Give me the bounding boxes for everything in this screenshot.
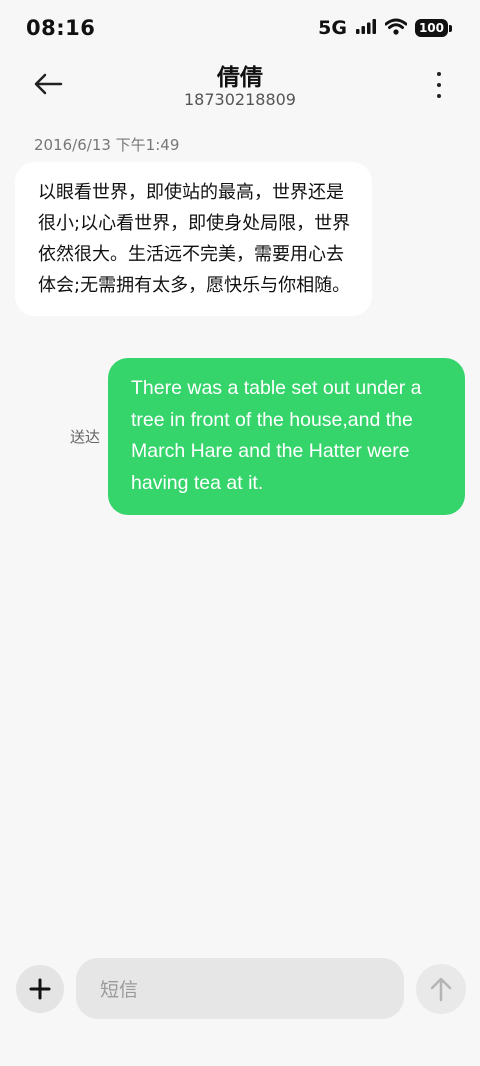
status-icons: 5G 100	[318, 17, 452, 39]
status-bar: 08:16 5G 100	[0, 0, 480, 56]
wifi-icon	[384, 18, 408, 39]
status-time: 08:16	[26, 16, 96, 40]
add-attachment-button[interactable]	[16, 965, 64, 1013]
message-input-placeholder: 短信	[100, 979, 139, 1001]
contact-name[interactable]: 倩倩	[0, 58, 480, 92]
contact-number: 18730218809	[184, 90, 296, 109]
messaging-screen: 08:16 5G 100 倩倩 18730218809 2016/6/13 下午…	[0, 0, 480, 1066]
arrow-up-icon	[430, 977, 452, 1002]
battery-icon: 100	[414, 19, 452, 37]
more-options-button[interactable]	[428, 68, 450, 102]
battery-level: 100	[414, 19, 448, 37]
outgoing-message-bubble[interactable]: There was a table set out under a tree i…	[108, 358, 465, 515]
message-input[interactable]: 短信	[76, 958, 404, 1019]
plus-icon	[29, 978, 51, 1000]
conversation-header: 倩倩 18730218809	[0, 56, 480, 116]
send-button[interactable]	[416, 964, 466, 1014]
message-timestamp: 2016/6/13 下午1:49	[34, 136, 180, 154]
incoming-message-bubble[interactable]: 以眼看世界，即使站的最高，世界还是很小;以心看世界，即使身处局限，世界依然很大。…	[15, 162, 372, 316]
delivery-status: 送达	[70, 428, 101, 446]
network-type: 5G	[318, 17, 347, 39]
signal-icon	[355, 18, 377, 38]
more-vertical-icon	[437, 72, 441, 76]
